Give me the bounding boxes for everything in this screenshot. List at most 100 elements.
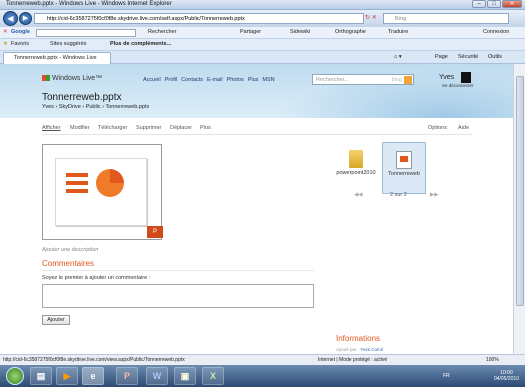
options-menu[interactable]: Options	[428, 125, 447, 131]
nav-more[interactable]: Plus	[248, 77, 259, 83]
favorites-bar: ★ Favoris Sites suggérés Plus de complém…	[0, 39, 525, 51]
maximize-button[interactable]: □	[487, 0, 501, 8]
windows-flag-icon	[42, 75, 50, 82]
zoom-level[interactable]: 100%	[486, 355, 499, 365]
file-toolbar: Afficher Modifier Télécharger Supprimer …	[42, 125, 472, 135]
slide-pie-graphic	[96, 169, 124, 197]
browser-navbar: ◀ ▶ http://cid-6c3587275f0cf0f8e.skydriv…	[0, 10, 525, 27]
suggested-sites-link[interactable]: Sites suggérés	[50, 41, 86, 47]
nav-photos[interactable]: Photos	[227, 77, 244, 83]
favorites-star-icon: ★	[3, 41, 8, 47]
start-button[interactable]	[6, 367, 24, 385]
site-header: Windows Live™ Accueil Profil Contacts E-…	[0, 64, 513, 118]
explorer-taskbar-icon[interactable]: ▤	[30, 367, 52, 385]
main-nav: Accueil Profil Contacts E-mail Photos Pl…	[143, 77, 279, 83]
address-text: http://cid-6c3587275f0cf0f8e.skydrive.li…	[47, 16, 245, 22]
close-toolbar-icon[interactable]: ✕	[3, 29, 8, 35]
avatar[interactable]	[461, 72, 471, 83]
folder-icon	[349, 150, 363, 168]
comments-header: Commentaires	[42, 259, 95, 268]
file-name: powerpoint2010	[336, 170, 376, 176]
ie-taskbar-icon[interactable]: e	[82, 367, 104, 385]
info-header: Informations	[336, 334, 381, 343]
nav-email[interactable]: E-mail	[207, 77, 223, 83]
help-link[interactable]: Aide	[458, 125, 469, 131]
pager-text: 2 sur 2	[390, 192, 407, 198]
nav-msn[interactable]: MSN	[262, 77, 274, 83]
add-description-link[interactable]: Ajouter une description	[42, 247, 98, 253]
file-browser: powerpoint2010 Tonnerreweb	[334, 142, 464, 212]
google-search-button[interactable]: Rechercher	[148, 29, 176, 35]
google-translate-button[interactable]: Traduire	[388, 29, 408, 35]
add-comment-button[interactable]: Ajouter	[42, 315, 70, 325]
more-addons-link[interactable]: Plus de compléments...	[110, 41, 171, 47]
window-titlebar: Tonnerreweb.pptx - Windows Live - Window…	[0, 0, 525, 10]
word-taskbar-icon[interactable]: W	[146, 367, 168, 385]
page-title: Tonnerreweb.pptx	[42, 92, 122, 103]
back-button[interactable]: ◀	[3, 11, 18, 26]
delete-link[interactable]: Supprimer	[136, 125, 161, 131]
added-by-link[interactable]: Yves Comil	[360, 347, 383, 352]
vertical-scrollbar[interactable]	[513, 64, 525, 354]
media-taskbar-icon[interactable]: ▶	[56, 367, 78, 385]
clock-date: 04/05/2010	[493, 376, 519, 382]
favorites-button[interactable]: Favoris	[11, 41, 29, 47]
user-name[interactable]: Yves	[439, 74, 454, 81]
file-item[interactable]: powerpoint2010	[334, 142, 378, 194]
more-menu[interactable]: Plus	[200, 125, 211, 131]
status-zone: Internet | Mode protégé : activé	[318, 357, 388, 363]
google-connexion-button[interactable]: Connexion	[483, 29, 509, 35]
windows-live-logo[interactable]: Windows Live™	[42, 75, 102, 82]
security-menu[interactable]: Sécurité	[458, 54, 478, 60]
refresh-stop-icon[interactable]: ↻ ✕	[365, 14, 377, 21]
divider	[42, 270, 314, 271]
google-share-button[interactable]: Partager	[240, 29, 261, 35]
pptx-file-icon	[396, 151, 412, 169]
minimize-button[interactable]: –	[472, 0, 486, 8]
close-button[interactable]: ✕	[502, 0, 522, 8]
move-link[interactable]: Déplacer	[170, 125, 192, 131]
address-bar[interactable]: http://cid-6c3587275f0cf0f8e.skydrive.li…	[34, 13, 364, 24]
slide-bars-graphic	[66, 173, 88, 197]
file-preview[interactable]: P	[42, 144, 163, 240]
scrollbar-thumb[interactable]	[516, 76, 524, 306]
forward-button[interactable]: ▶	[19, 12, 32, 25]
edit-link[interactable]: Modifier	[70, 125, 90, 131]
added-by-label: Ajouté par :	[336, 347, 360, 352]
file-item-selected[interactable]: Tonnerreweb	[382, 142, 426, 194]
info-added-by: Ajouté par : Yves Comil	[336, 347, 383, 352]
nav-contacts[interactable]: Contacts	[181, 77, 203, 83]
next-arrow-icon[interactable]: ▶▶	[430, 192, 438, 198]
prev-arrow-icon[interactable]: ◀◀	[354, 192, 362, 198]
excel-taskbar-icon[interactable]: X	[202, 367, 224, 385]
bing-logo: bing	[391, 77, 402, 83]
language-indicator[interactable]: FR	[443, 373, 450, 379]
comment-prompt: Soyez le premier à ajouter un commentair…	[42, 275, 151, 281]
site-search-placeholder: Rechercher...	[316, 77, 349, 83]
nav-home[interactable]: Accueil	[143, 77, 161, 83]
site-search-input[interactable]: Rechercher... bing	[312, 74, 414, 85]
taskbar: ▤ ▶ e P W ▣ X FR 10:00 04/05/2010	[0, 365, 525, 387]
clock[interactable]: 10:00 04/05/2010	[494, 370, 519, 382]
search-box[interactable]: Bing	[383, 13, 509, 24]
status-url: http://cid-6c3587275f0cf0f8e.skydrive.li…	[3, 357, 185, 363]
page-menu[interactable]: Page	[435, 54, 448, 60]
search-go-button[interactable]	[404, 76, 412, 84]
home-icon[interactable]: ⌂ ▾	[394, 54, 402, 60]
tools-menu[interactable]: Outils	[488, 54, 502, 60]
powerpoint-taskbar-icon[interactable]: P	[116, 367, 138, 385]
status-bar: http://cid-6c3587275f0cf0f8e.skydrive.li…	[0, 354, 525, 365]
google-search-input[interactable]	[36, 29, 136, 37]
signout-link[interactable]: Se déconnecter	[442, 83, 474, 88]
breadcrumb[interactable]: Yves › SkyDrive › Public › Tonnerreweb.p…	[42, 104, 149, 110]
tab-active[interactable]: Tonnerreweb.pptx - Windows Live	[3, 52, 111, 64]
window-title: Tonnerreweb.pptx - Windows Live - Window…	[6, 1, 172, 7]
folder-taskbar-icon[interactable]: ▣	[174, 367, 196, 385]
view-link[interactable]: Afficher	[42, 125, 61, 131]
download-link[interactable]: Télécharger	[98, 125, 127, 131]
slide-thumbnail	[55, 158, 147, 226]
nav-profile[interactable]: Profil	[165, 77, 178, 83]
google-sidewiki-button[interactable]: Sidewiki	[290, 29, 310, 35]
comment-textarea[interactable]	[42, 284, 314, 308]
google-spellcheck-button[interactable]: Orthographe	[335, 29, 366, 35]
